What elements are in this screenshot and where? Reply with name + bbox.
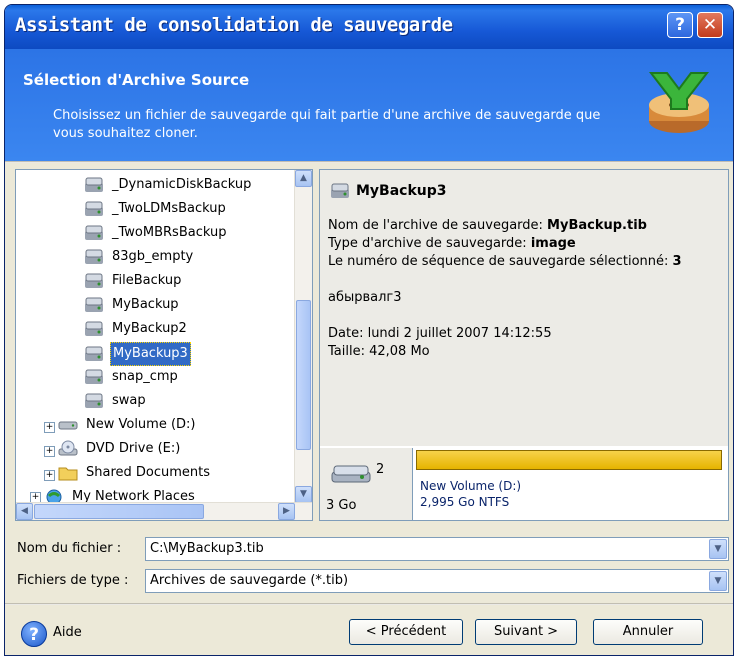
- archive-type-line: Type d'archive de sauvegarde: image: [328, 236, 576, 251]
- expand-toggle[interactable]: +: [44, 446, 55, 457]
- tree-vertical-scrollbar[interactable]: ▲ ▼: [294, 170, 312, 503]
- hard-disk-icon: [331, 465, 371, 483]
- scroll-right-button[interactable]: ▶: [278, 503, 295, 520]
- filename-combobox[interactable]: C:\MyBackup3.tib ▼: [145, 537, 729, 561]
- volume-info: 2,995 Go NTFS: [420, 495, 510, 509]
- archive-icon: [85, 346, 103, 361]
- filename-label: Nom du fichier :: [17, 541, 122, 556]
- tree-item[interactable]: New Volume (D:): [58, 414, 198, 436]
- help-icon[interactable]: ?: [21, 621, 47, 647]
- archive-date: Date: lundi 2 juillet 2007 14:12:55: [328, 326, 552, 341]
- tree-item[interactable]: 83gb_empty: [84, 246, 195, 268]
- expand-toggle[interactable]: +: [44, 422, 55, 433]
- consolidate-archive-icon: [648, 72, 710, 133]
- disk-summary: 2 3 Go: [320, 448, 413, 520]
- folder-icon: [58, 467, 78, 481]
- folder-tree[interactable]: _DynamicDiskBackup _TwoLDMsBackup _TwoMB…: [15, 169, 313, 521]
- tree-item[interactable]: MyBackup: [84, 294, 181, 316]
- archive-info: MyBackup3 Nom de l'archive de sauvegarde…: [320, 170, 728, 446]
- scroll-down-button[interactable]: ▼: [295, 486, 312, 503]
- scroll-up-button[interactable]: ▲: [295, 170, 312, 187]
- disk-capacity: 3 Go: [326, 498, 357, 513]
- header-separator: [5, 161, 733, 163]
- previous-button[interactable]: < Précédent: [349, 619, 463, 645]
- filetype-label: Fichiers de type :: [17, 573, 129, 588]
- tree-item[interactable]: swap: [84, 390, 148, 412]
- tree-item[interactable]: _DynamicDiskBackup: [84, 174, 253, 196]
- step-description: Choisissez un fichier de sauvegarde qui …: [53, 108, 601, 141]
- archive-name-line: Nom de l'archive de sauvegarde: MyBackup…: [328, 218, 647, 233]
- footer-separator: [5, 603, 733, 605]
- archive-icon: [85, 393, 103, 408]
- archive-comment: абырвалг3: [328, 290, 402, 305]
- archive-icon: [85, 177, 103, 192]
- archive-icon: [85, 321, 103, 336]
- window-title: Assistant de consolidation de sauvegarde: [15, 14, 453, 36]
- archive-icon: [85, 225, 103, 240]
- archive-icon: [85, 249, 103, 264]
- volume-usage-bar: [416, 450, 722, 470]
- disk-number: 2: [376, 462, 385, 477]
- archive-size: Taille: 42,08 Mo: [328, 344, 430, 359]
- archive-details-panel: MyBackup3 Nom de l'archive de sauvegarde…: [319, 169, 729, 521]
- scroll-left-button[interactable]: ◀: [16, 503, 33, 520]
- step-title: Sélection d'Archive Source: [23, 71, 250, 89]
- chevron-down-icon[interactable]: ▼: [709, 571, 727, 591]
- tree-item[interactable]: DVD Drive (E:): [58, 438, 182, 460]
- tree-horizontal-scrollbar[interactable]: ◀ ▶: [16, 502, 312, 520]
- help-title-button[interactable]: ?: [667, 12, 693, 38]
- cancel-button[interactable]: Annuler: [593, 619, 703, 645]
- wizard-header: Sélection d'Archive Source Choisissez un…: [5, 49, 733, 161]
- title-bar[interactable]: Assistant de consolidation de sauvegarde…: [5, 5, 733, 49]
- tree-item[interactable]: MyBackup2: [84, 318, 189, 340]
- archive-icon: [85, 201, 103, 216]
- tree-item[interactable]: Shared Documents: [58, 462, 212, 484]
- expand-toggle[interactable]: +: [44, 470, 55, 481]
- scroll-thumb[interactable]: [296, 300, 311, 450]
- tree-item[interactable]: FileBackup: [84, 270, 183, 292]
- tree-item[interactable]: snap_cmp: [84, 366, 180, 388]
- chevron-down-icon[interactable]: ▼: [709, 539, 727, 559]
- archive-icon: [85, 273, 103, 288]
- archive-icon: [331, 183, 349, 198]
- sequence-line: Le numéro de séquence de sauvegarde séle…: [328, 254, 682, 269]
- next-button[interactable]: Suivant >: [475, 619, 577, 645]
- wizard-window: Assistant de consolidation de sauvegarde…: [4, 4, 734, 656]
- volume-name: New Volume (D:): [420, 479, 522, 493]
- filetype-value: Archives de sauvegarde (*.tib): [150, 573, 349, 588]
- archive-icon: [85, 369, 103, 384]
- volume-partition[interactable]: New Volume (D:) 2,995 Go NTFS: [414, 448, 727, 520]
- archive-icon: [85, 297, 103, 312]
- filename-value: C:\MyBackup3.tib: [150, 541, 264, 556]
- scroll-thumb[interactable]: [34, 504, 204, 519]
- tree-item[interactable]: _TwoMBRsBackup: [84, 222, 228, 244]
- drive-icon: [58, 421, 78, 430]
- tree-item[interactable]: _TwoLDMsBackup: [84, 198, 228, 220]
- dvd-drive-icon: [58, 440, 78, 456]
- archive-name-heading: MyBackup3: [330, 182, 447, 200]
- tree-item-selected[interactable]: MyBackup3: [84, 342, 191, 366]
- help-link[interactable]: Aide: [53, 625, 82, 640]
- close-button[interactable]: ✕: [697, 12, 723, 38]
- filetype-combobox[interactable]: Archives de sauvegarde (*.tib) ▼: [145, 569, 729, 593]
